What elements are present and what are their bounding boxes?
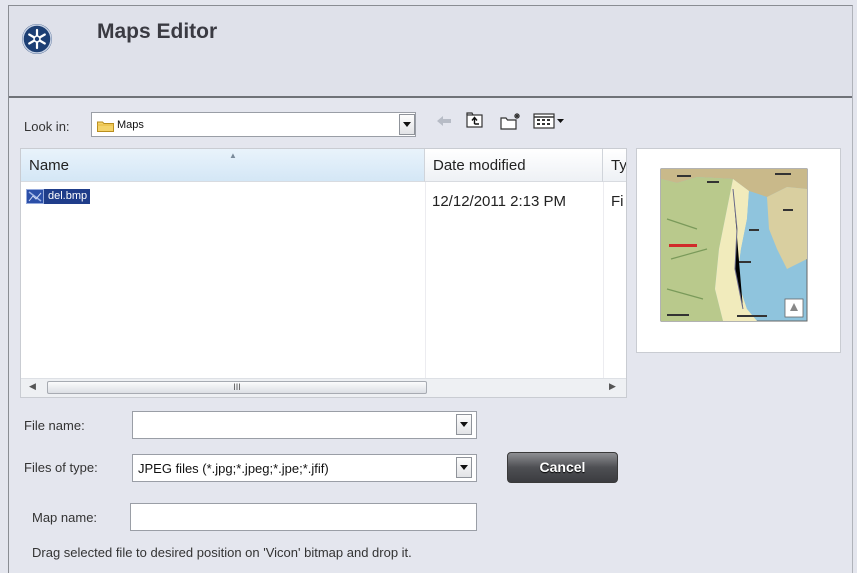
- files-of-type-dropdown-button[interactable]: [456, 457, 472, 478]
- file-date-cell: 12/12/2011 2:13 PM: [432, 193, 566, 210]
- table-row[interactable]: del.bmp 12/12/2011 2:13 PM Fi: [21, 185, 626, 210]
- scroll-grip: III: [233, 382, 241, 392]
- map-name-field[interactable]: [130, 503, 477, 531]
- column-header-type[interactable]: Ty: [603, 149, 627, 182]
- up-folder-icon: [466, 112, 484, 134]
- horizontal-scrollbar[interactable]: ◀ III ▶: [21, 378, 626, 397]
- column-divider: [425, 182, 426, 379]
- files-of-type-value: JPEG files (*.jpg;*.jpeg;*.jpe;*.jfif): [138, 461, 329, 476]
- new-folder-icon: [500, 112, 522, 135]
- column-header-name[interactable]: Name ▲: [21, 149, 425, 182]
- title-bar: Maps Editor: [9, 6, 852, 98]
- sort-ascending-icon: ▲: [229, 151, 237, 160]
- window-title: Maps Editor: [97, 20, 218, 43]
- folder-icon: [97, 119, 114, 132]
- drag-hint-text: Drag selected file to desired position o…: [32, 545, 412, 560]
- files-of-type-label: Files of type:: [24, 460, 98, 475]
- look-in-value: Maps: [117, 119, 144, 131]
- column-header-name-label: Name: [29, 157, 70, 174]
- file-name-field[interactable]: [132, 411, 477, 439]
- view-menu-icon: [533, 112, 567, 134]
- column-divider: [603, 182, 604, 379]
- files-of-type-dropdown[interactable]: JPEG files (*.jpg;*.jpeg;*.jpe;*.jfif): [132, 454, 477, 482]
- cancel-button[interactable]: Cancel: [507, 452, 618, 483]
- scrollbar-thumb[interactable]: III: [47, 381, 427, 394]
- file-list[interactable]: Name ▲ Date modified Ty del.bmp 12/12/20…: [20, 148, 627, 398]
- map-preview: [636, 148, 841, 353]
- back-arrow-icon: [436, 114, 452, 132]
- look-in-label: Look in:: [24, 119, 70, 134]
- scroll-right-icon[interactable]: ▶: [609, 381, 616, 392]
- new-folder-button[interactable]: [499, 112, 523, 134]
- column-header-date-modified[interactable]: Date modified: [425, 149, 603, 182]
- map-name-label: Map name:: [32, 510, 98, 525]
- column-header-type-label: Ty: [611, 157, 627, 174]
- app-logo-icon: [22, 24, 52, 54]
- view-menu-button[interactable]: [532, 112, 568, 134]
- file-type-cell: Fi: [611, 193, 624, 210]
- scroll-left-icon[interactable]: ◀: [29, 381, 36, 392]
- file-name-dropdown-button[interactable]: [456, 414, 472, 435]
- up-folder-button[interactable]: [464, 112, 486, 134]
- chevron-down-icon: [403, 122, 411, 127]
- map-preview-image: [660, 168, 808, 322]
- look-in-dropdown[interactable]: Maps: [91, 112, 416, 137]
- back-button[interactable]: [433, 112, 455, 134]
- file-name-label: File name:: [24, 418, 85, 433]
- look-in-dropdown-button[interactable]: [399, 114, 415, 135]
- column-header-date-label: Date modified: [433, 157, 526, 174]
- bitmap-file-icon: [26, 189, 44, 204]
- chevron-down-icon: [460, 422, 468, 427]
- chevron-down-icon: [460, 465, 468, 470]
